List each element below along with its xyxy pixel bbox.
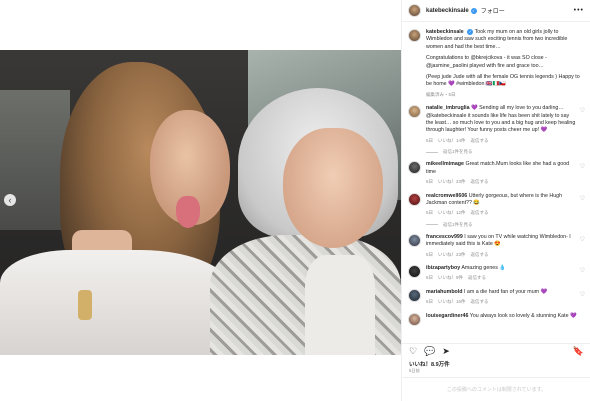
comment-username[interactable]: mikeellmimage xyxy=(426,161,464,167)
like-comment-heart-icon[interactable]: ♡ xyxy=(580,267,585,274)
comment-likes[interactable]: いいね！12件 xyxy=(438,209,466,216)
comment-username[interactable]: ibizapartyboy xyxy=(426,265,460,271)
comments-list[interactable]: katebeckinsale ✓ Took my mum on an old g… xyxy=(402,23,590,343)
comment-text: Amazing genes 💧 xyxy=(461,264,506,271)
view-replies[interactable]: 返信1件を見る xyxy=(426,149,585,155)
comment-item: mikeellmimage Great match.Mum looks like… xyxy=(408,161,585,185)
comment-text: I am a die hard fan of your mum 💜 xyxy=(463,288,548,295)
comment-item: francescov999 I saw you on TV while watc… xyxy=(408,233,585,258)
comment-time: 5日 xyxy=(426,299,434,305)
commenter-avatar[interactable] xyxy=(408,192,421,206)
comment-username[interactable]: francescov999 xyxy=(426,234,463,240)
white-coat xyxy=(0,250,235,360)
commenter-avatar[interactable] xyxy=(408,105,421,119)
comment-item: mariahumbold I am a die hard fan of your… xyxy=(408,288,585,306)
comment-username[interactable]: louisegardiner46 xyxy=(426,313,468,319)
photo-top-letterbox xyxy=(0,0,401,50)
reply-button[interactable]: 返信する xyxy=(471,251,489,258)
photo-bottom-letterbox xyxy=(0,355,401,401)
comment-time: 5日 xyxy=(426,210,434,216)
comment-item: louisegardiner46 You always look so love… xyxy=(408,312,585,326)
comment-likes[interactable]: いいね！23件 xyxy=(438,251,466,258)
reply-button[interactable]: 返信する xyxy=(471,178,489,185)
comment-time: 5日 xyxy=(426,251,434,257)
comment-item: natalie_imbruglia 💜 Sending all my love … xyxy=(408,105,585,144)
like-comment-heart-icon[interactable]: ♡ xyxy=(580,291,585,298)
comment-item: realcromwell606 Utterly gorgeous, but wh… xyxy=(408,192,585,217)
comment-item: ibizapartyboy Amazing genes 💧 5日 いいね！9件 … xyxy=(408,264,585,282)
reply-button[interactable]: 返信する xyxy=(471,298,489,305)
like-comment-heart-icon[interactable]: ♡ xyxy=(580,236,585,243)
comment-username[interactable]: realcromwell606 xyxy=(426,193,467,199)
reply-button[interactable]: 返信する xyxy=(468,274,486,281)
caption-time: 編集済み・5日 xyxy=(426,91,456,97)
verified-badge-icon: ✓ xyxy=(470,7,477,14)
comment-restricted-notice: この投稿へのコメントは制限されています。 xyxy=(402,377,590,401)
post-date: 5日前 xyxy=(409,368,420,373)
comment-time: 5日 xyxy=(426,275,434,281)
like-comment-heart-icon[interactable]: ♡ xyxy=(580,107,585,114)
reply-button[interactable]: 返信する xyxy=(471,209,489,216)
post-header: katebeckinsale ✓ フォロー ••• xyxy=(402,0,590,22)
author-avatar[interactable] xyxy=(408,4,421,17)
more-options-icon[interactable]: ••• xyxy=(574,7,584,14)
comment-likes[interactable]: いいね！23件 xyxy=(438,178,466,185)
share-icon[interactable]: ➤ xyxy=(442,346,450,357)
caption-username[interactable]: katebeckinsale xyxy=(426,29,464,35)
author-avatar[interactable] xyxy=(408,29,421,42)
comment-username[interactable]: mariahumbold xyxy=(426,289,463,295)
like-comment-heart-icon[interactable]: ♡ xyxy=(580,195,585,202)
white-top xyxy=(305,255,375,360)
reply-button[interactable]: 返信する xyxy=(471,137,489,144)
post-photo[interactable]: ‹ xyxy=(0,0,401,401)
tongue xyxy=(176,196,200,228)
comment-text: You always look so lovely & stunning Kat… xyxy=(469,312,577,319)
commenter-avatar[interactable] xyxy=(408,264,421,278)
commenter-avatar[interactable] xyxy=(408,233,421,247)
necklace xyxy=(78,290,92,320)
author-username[interactable]: katebeckinsale xyxy=(426,8,469,14)
comment-time: 5日 xyxy=(426,137,434,143)
verified-badge-icon: ✓ xyxy=(467,29,474,35)
comment-icon[interactable]: 💬 xyxy=(424,346,435,357)
commenter-avatar[interactable] xyxy=(408,288,421,302)
like-comment-heart-icon[interactable]: ♡ xyxy=(580,163,585,170)
comment-likes[interactable]: いいね！16件 xyxy=(438,298,466,305)
view-replies[interactable]: 返信1件を見る xyxy=(426,222,585,228)
comment-username[interactable]: natalie_imbruglia xyxy=(426,105,470,111)
caption-text-2: Congratulations to @bkrejcikova - it was… xyxy=(426,55,547,69)
heart-icon[interactable]: ♡ xyxy=(409,346,417,357)
caption: katebeckinsale ✓ Took my mum on an old g… xyxy=(408,29,585,98)
previous-photo-arrow-icon[interactable]: ‹ xyxy=(4,194,16,206)
comment-likes[interactable]: いいね！14件 xyxy=(438,137,466,144)
comment-time: 5日 xyxy=(426,179,434,185)
commenter-avatar[interactable] xyxy=(408,312,421,326)
post-actions-bar: ♡ 💬 ➤ 🔖 xyxy=(402,343,590,359)
follow-button[interactable]: フォロー xyxy=(481,6,505,15)
commenter-avatar[interactable] xyxy=(408,161,421,175)
post-side-panel: katebeckinsale ✓ フォロー ••• katebeckinsale… xyxy=(401,0,590,401)
likes-count[interactable]: いいね！8.9万件 xyxy=(409,360,450,368)
caption-text-3: (Peep jude Jude with all the female OG t… xyxy=(426,74,580,88)
older-woman-face xyxy=(283,128,383,248)
bookmark-icon[interactable]: 🔖 xyxy=(573,346,584,357)
comment-likes[interactable]: いいね！9件 xyxy=(438,274,463,281)
